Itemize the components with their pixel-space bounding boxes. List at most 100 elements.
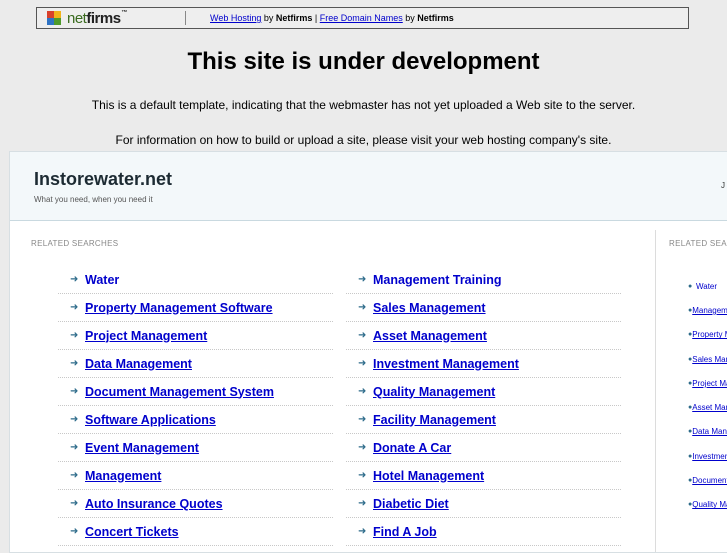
sidebar-search-item[interactable]: ●Document Management System [688, 468, 727, 492]
related-search-item[interactable]: ➜ Water [58, 266, 333, 294]
related-search-link[interactable]: Diabetic Diet [373, 497, 449, 511]
related-search-link[interactable]: Event Management [85, 441, 199, 455]
logo-text-firms: firms [86, 9, 121, 27]
sidebar-search-link[interactable]: Sales Management [692, 355, 727, 364]
arrow-right-icon: ➜ [358, 358, 367, 369]
sidebar-search-item[interactable]: ●Investment Management [688, 444, 727, 468]
arrow-right-icon: ➜ [358, 470, 367, 481]
arrow-right-icon: ➜ [358, 274, 367, 285]
related-search-item[interactable]: ➜ Document Management System [58, 378, 333, 406]
arrow-right-icon: ➜ [70, 330, 79, 341]
arrow-right-icon: ➜ [358, 526, 367, 537]
page-title: This site is under development [187, 48, 540, 75]
brand-netfirms-2: Netfirms [417, 13, 454, 23]
brand-netfirms-1: Netfirms [275, 13, 313, 23]
related-search-item[interactable]: ➜ Data Management [58, 350, 333, 378]
sidebar-search-item[interactable]: ●Sales Management [688, 347, 727, 371]
arrow-right-icon: ➜ [358, 302, 367, 313]
sidebar-search-link[interactable]: Investment Management [692, 452, 727, 461]
related-searches-label-right: RELATED SEARCHES [669, 239, 727, 248]
related-search-link[interactable]: Facility Management [373, 413, 496, 427]
netfirms-logo-icon [47, 11, 65, 25]
related-search-item[interactable]: ➜ Facility Management [346, 406, 621, 434]
site-tagline: What you need, when you need it [34, 195, 153, 204]
header-right-text: J [721, 181, 725, 190]
sidebar-search-link[interactable]: Quality Management [692, 500, 727, 509]
related-search-link[interactable]: Management Training [373, 273, 502, 287]
topbar-links: Web Hosting by Netfirms | Free Domain Na… [210, 13, 454, 23]
arrow-right-icon: ➜ [70, 442, 79, 453]
related-search-item[interactable]: ➜ Management Training [346, 266, 621, 294]
sidebar-search-link[interactable]: Project Management [692, 379, 727, 388]
related-search-link[interactable]: Quality Management [373, 385, 495, 399]
related-search-link[interactable]: Find A Job [373, 525, 437, 539]
related-search-item[interactable]: ➜ Software Applications [58, 406, 333, 434]
sidebar-search-link[interactable]: Water [696, 282, 717, 291]
related-search-link[interactable]: Document Management System [85, 385, 274, 399]
sidebar-search-link[interactable]: Management Training [692, 306, 727, 315]
related-search-link[interactable]: Hotel Management [373, 469, 484, 483]
related-search-link[interactable]: Software Applications [85, 413, 216, 427]
related-search-item[interactable]: ➜ Management [58, 462, 333, 490]
sidebar-search-item[interactable]: ●Project Management [688, 371, 727, 395]
sidebar-search-link[interactable]: Property Management Software [692, 330, 727, 339]
arrow-right-icon: ➜ [358, 442, 367, 453]
related-searches-label: RELATED SEARCHES [31, 239, 119, 248]
related-search-item[interactable]: ➜ Event Management [58, 434, 333, 462]
related-search-link[interactable]: Donate A Car [373, 441, 451, 455]
topbar-separator [185, 11, 186, 25]
pipe-separator: | [312, 13, 320, 23]
sidebar-search-item[interactable]: ●Data Management [688, 420, 727, 444]
by-text-1: by [261, 13, 276, 23]
sidebar-search-item[interactable]: ● Water [688, 274, 727, 298]
sidebar-search-item[interactable]: ●Quality Management [688, 493, 727, 517]
related-search-link[interactable]: Concert Tickets [85, 525, 179, 539]
related-search-item[interactable]: ➜ Donate A Car [346, 434, 621, 462]
related-search-link[interactable]: Water [85, 273, 119, 287]
related-search-link[interactable]: Management [85, 469, 161, 483]
parked-domain-panel: Instorewater.net What you need, when you… [9, 151, 727, 553]
column-divider [655, 230, 656, 552]
related-search-item[interactable]: ➜ Quality Management [346, 378, 621, 406]
web-hosting-link[interactable]: Web Hosting [210, 13, 261, 23]
related-search-item[interactable]: ➜ Auto Insurance Quotes [58, 490, 333, 518]
arrow-right-icon: ➜ [70, 302, 79, 313]
related-search-item[interactable]: ➜ Hotel Management [346, 462, 621, 490]
related-search-item[interactable]: ➜ Concert Tickets [58, 518, 333, 546]
netfirms-top-bar: netfirms™ Web Hosting by Netfirms | Free… [36, 7, 689, 29]
related-search-link[interactable]: Investment Management [373, 357, 519, 371]
bullet-icon: ● [688, 282, 693, 290]
related-search-item[interactable]: ➜ Investment Management [346, 350, 621, 378]
arrow-right-icon: ➜ [70, 386, 79, 397]
hosting-info-notice: For information on how to build or uploa… [115, 133, 612, 147]
free-domain-names-link[interactable]: Free Domain Names [320, 13, 403, 23]
sidebar-search-item[interactable]: ●Property Management Software [688, 323, 727, 347]
related-search-item[interactable]: ➜ Find A Job [346, 518, 621, 546]
site-title: Instorewater.net [34, 169, 173, 189]
sidebar-search-link[interactable]: Document Management System [692, 476, 727, 485]
netfirms-logo[interactable]: netfirms™ [37, 10, 175, 27]
related-search-link[interactable]: Sales Management [373, 301, 486, 315]
sidebar-search-link[interactable]: Asset Management [692, 403, 727, 412]
sidebar-search-item[interactable]: ●Asset Management [688, 395, 727, 419]
arrow-right-icon: ➜ [70, 498, 79, 509]
related-search-item[interactable]: ➜ Property Management Software [58, 294, 333, 322]
related-searches-column-1: ➜ Water ➜ Property Management Software ➜ Proj… [58, 266, 333, 546]
arrow-right-icon: ➜ [358, 414, 367, 425]
related-search-link[interactable]: Property Management Software [85, 301, 273, 315]
related-search-item[interactable]: ➜ Project Management [58, 322, 333, 350]
default-template-notice: This is a default template, indicating t… [91, 98, 636, 112]
arrow-right-icon: ➜ [358, 330, 367, 341]
related-search-item[interactable]: ➜ Sales Management [346, 294, 621, 322]
related-search-item[interactable]: ➜ Asset Management [346, 322, 621, 350]
related-search-link[interactable]: Asset Management [373, 329, 487, 343]
arrow-right-icon: ➜ [70, 526, 79, 537]
sidebar-search-link[interactable]: Data Management [692, 427, 727, 436]
related-search-link[interactable]: Data Management [85, 357, 192, 371]
related-search-item[interactable]: ➜ Diabetic Diet [346, 490, 621, 518]
logo-trademark: ™ [121, 9, 128, 16]
related-search-link[interactable]: Project Management [85, 329, 207, 343]
related-searches-column-2: ➜ Management Training ➜ Sales Management ➜ As… [346, 266, 621, 546]
sidebar-search-item[interactable]: ●Management Training [688, 298, 727, 322]
related-search-link[interactable]: Auto Insurance Quotes [85, 497, 223, 511]
